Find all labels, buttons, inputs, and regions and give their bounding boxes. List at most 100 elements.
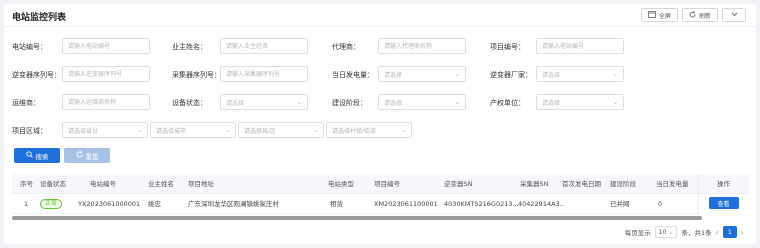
station-table: 序号 设备状态 电站编号 业主姓名 项目地址 电站类型 项目编号 逆变器SN 采…: [12, 174, 750, 214]
view-button[interactable]: 查看: [708, 197, 739, 209]
table-row[interactable]: 1 正常 YX2023061000001 姚忠 广东深圳龙华区观澜镇姚家庄村 租…: [12, 194, 750, 214]
owner-name-label: 业主姓名：: [172, 43, 207, 51]
total-label: 条，共1条: [681, 229, 712, 237]
cell-inverter-sn: 4030KMTS216G0213...: [444, 200, 518, 208]
header-address: 项目地址: [188, 180, 214, 188]
cell-daily-power: 0: [658, 200, 663, 208]
cell-station-no: YX2023061000001: [78, 200, 141, 208]
agent-input[interactable]: [378, 38, 466, 54]
build-stage-select[interactable]: 请选择 ⌄: [378, 94, 466, 110]
header-project-no: 项目编号: [374, 180, 400, 188]
reset-label: 重置: [85, 152, 99, 161]
station-no-label: 电站编号：: [12, 43, 47, 51]
agent-label: 代理商：: [332, 43, 360, 51]
table-header: 序号 设备状态 电站编号 业主姓名 项目地址 电站类型 项目编号 逆变器SN 采…: [12, 174, 750, 194]
build-stage-placeholder: 请选择: [384, 99, 403, 107]
station-monitor-panel: 电站监控列表 全屏 刷新 电站编号： 业主姓名： 代理商： 项目编号： 逆变器序…: [4, 4, 756, 244]
station-no-input[interactable]: [62, 38, 150, 54]
search-icon: [25, 151, 33, 160]
search-button[interactable]: 搜索: [14, 148, 60, 163]
header-owner-name: 业主姓名: [148, 180, 174, 188]
collector-sn-input[interactable]: [220, 66, 308, 82]
header-station-type: 电站类型: [328, 180, 354, 188]
header-build-stage: 建设阶段: [610, 180, 636, 188]
province-select[interactable]: 请选择省份 ⌄: [62, 122, 148, 138]
district-select[interactable]: 请选择县/区 ⌄: [238, 122, 324, 138]
inverter-vendor-label: 逆变器厂家：: [490, 71, 532, 79]
village-placeholder: 请选择村镇/街道: [332, 127, 377, 135]
header-inverter-sn: 逆变器SN: [444, 180, 473, 188]
city-select[interactable]: 请选择城市 ⌄: [150, 122, 236, 138]
reset-button[interactable]: 重置: [64, 148, 110, 163]
prev-page-icon[interactable]: ‹: [716, 228, 719, 237]
cell-project-no: XM2023061100001: [374, 200, 438, 208]
chevron-down-icon: ⌄: [612, 70, 618, 78]
chevron-down-icon: ⌄: [136, 126, 142, 134]
cell-collector-sn: 40422914A3...: [518, 200, 564, 208]
refresh-button[interactable]: 刷新: [681, 8, 718, 22]
cell-build-stage: 已并网: [610, 200, 630, 208]
owner-unit-label: 产权单位：: [490, 99, 525, 107]
page-size-value: 10: [658, 228, 667, 236]
district-placeholder: 请选择县/区: [244, 127, 277, 135]
daily-power-placeholder: 请选择: [384, 71, 403, 79]
region-label: 项目区域：: [12, 127, 47, 135]
search-label: 搜索: [35, 152, 49, 161]
refresh-icon: [689, 10, 696, 20]
inverter-sn-label: 逆变器序列号：: [12, 71, 61, 79]
refresh-label: 刷新: [698, 12, 711, 20]
device-status-placeholder: 请选择: [226, 99, 245, 107]
collapse-button[interactable]: [722, 8, 746, 22]
build-stage-label: 建设阶段：: [332, 99, 367, 107]
chevron-down-icon: ⌄: [612, 98, 618, 106]
fullscreen-icon: [648, 10, 656, 20]
page-size-select[interactable]: 10 ⌄: [654, 226, 678, 238]
inverter-vendor-select[interactable]: 请选择 ⌄: [536, 66, 624, 82]
chevron-down-icon: ⌄: [400, 126, 406, 134]
cell-owner-name: 姚忠: [148, 200, 161, 208]
chevron-down-icon: ⌄: [312, 126, 318, 134]
header-first-gen-date: 首次发电日期: [562, 180, 601, 188]
horizontal-scrollbar[interactable]: [12, 216, 702, 220]
collector-sn-label: 采集器序列号：: [172, 71, 221, 79]
ops-vendor-input[interactable]: [62, 94, 150, 110]
owner-name-input[interactable]: [220, 38, 308, 54]
fullscreen-label: 全屏: [658, 12, 671, 20]
fullscreen-button[interactable]: 全屏: [640, 8, 678, 22]
cell-station-type: 租赁: [330, 200, 343, 208]
city-placeholder: 请选择城市: [156, 127, 187, 135]
title-divider: [4, 26, 756, 27]
owner-unit-placeholder: 请选择: [542, 99, 561, 107]
cell-index: 1: [24, 200, 29, 208]
device-status-select[interactable]: 请选择 ⌄: [220, 94, 308, 110]
cell-address: 广东深圳龙华区观澜镇姚家庄村: [188, 200, 279, 208]
inverter-sn-input[interactable]: [62, 66, 150, 82]
next-page-icon[interactable]: ›: [741, 228, 744, 237]
header-index: 序号: [20, 180, 33, 188]
daily-power-label: 当日发电量：: [332, 71, 374, 79]
header-daily-power: 当日发电量: [656, 180, 689, 188]
chevron-down-icon: ⌄: [454, 70, 460, 78]
refresh-icon: [76, 151, 83, 160]
owner-unit-select[interactable]: 请选择 ⌄: [536, 94, 624, 110]
daily-power-select[interactable]: 请选择 ⌄: [378, 66, 466, 82]
chevron-down-icon: ⌄: [224, 126, 230, 134]
project-no-input[interactable]: [536, 38, 624, 54]
village-select[interactable]: 请选择村镇/街道 ⌄: [326, 122, 412, 138]
page-number-current[interactable]: 1: [722, 226, 737, 238]
chevron-down-icon: ⌄: [296, 98, 302, 106]
chevron-down-icon: ⌄: [454, 98, 460, 106]
device-status-label: 设备状态：: [172, 99, 207, 107]
page-size-label: 每页显示: [624, 229, 651, 237]
ops-vendor-label: 运维商：: [12, 99, 40, 107]
province-placeholder: 请选择省份: [68, 127, 99, 135]
page-title: 电站监控列表: [12, 13, 67, 23]
header-collector-sn: 采集器SN: [520, 180, 549, 188]
inverter-vendor-placeholder: 请选择: [542, 71, 561, 79]
top-actions: 全屏 刷新: [640, 8, 746, 22]
status-badge: 正常: [40, 199, 63, 209]
cell-device-status: 正常: [40, 194, 63, 214]
chevron-down-icon: ⌄: [668, 228, 674, 236]
header-station-no: 电站编号: [90, 180, 116, 188]
header-operation: 操作: [699, 174, 748, 194]
